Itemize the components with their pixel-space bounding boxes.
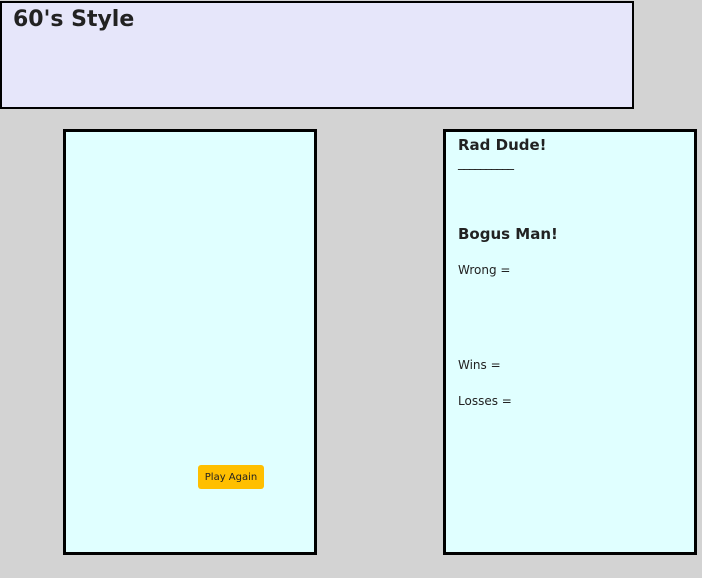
- losses-label: Losses =: [458, 394, 512, 408]
- wins-label: Wins =: [458, 358, 501, 372]
- game-panel: Play Again: [63, 129, 317, 555]
- player-two-title: Bogus Man!: [458, 225, 558, 243]
- page-title: 60's Style: [13, 7, 135, 32]
- play-again-button[interactable]: Play Again: [198, 465, 264, 489]
- player-one-title: Rad Dude!: [458, 136, 547, 154]
- page: { "header": { "title": "60's Style" }, "…: [0, 0, 702, 578]
- header-banner: 60's Style: [0, 1, 634, 109]
- scoreboard-panel: Rad Dude! __________ Bogus Man! Wrong = …: [443, 129, 697, 555]
- wrong-guesses-label: Wrong =: [458, 263, 511, 277]
- word-blanks: __________: [458, 156, 514, 171]
